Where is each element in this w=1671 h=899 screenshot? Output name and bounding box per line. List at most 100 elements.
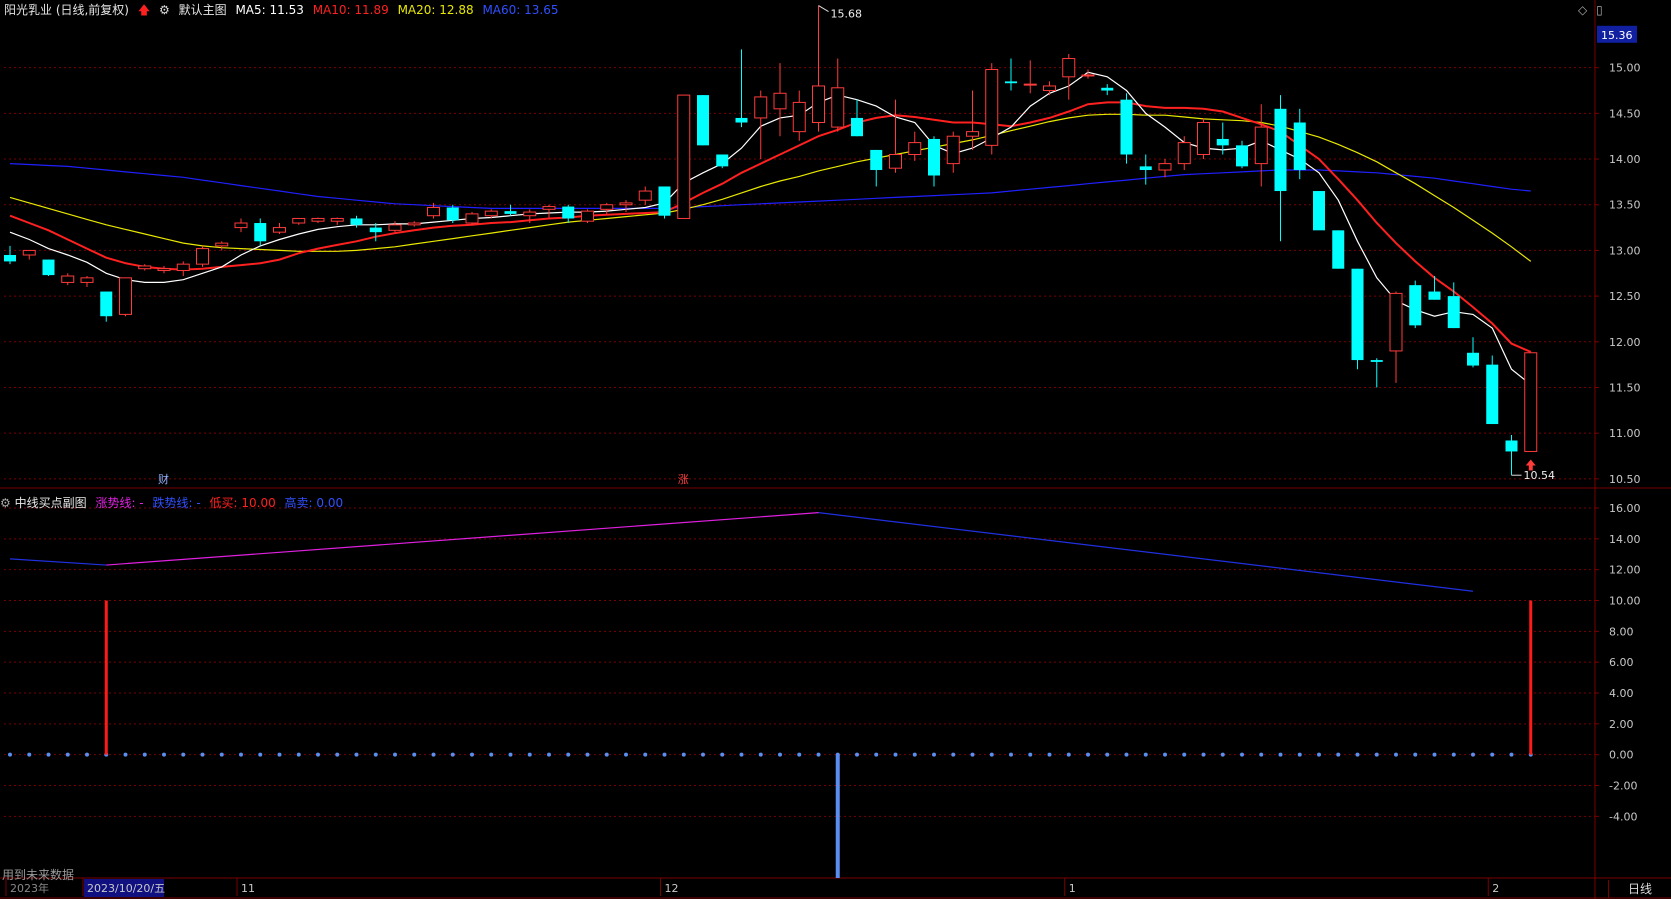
candle xyxy=(465,212,479,225)
candle xyxy=(1409,280,1422,329)
window-icon[interactable]: ▯ xyxy=(1596,3,1603,17)
candle xyxy=(292,217,306,225)
zero-dot xyxy=(1509,752,1514,757)
zero-dot xyxy=(373,752,378,757)
y-tick-label: 12.00 xyxy=(1609,336,1641,349)
candle-body xyxy=(1216,138,1229,146)
candle xyxy=(581,209,594,224)
zero-dot xyxy=(643,752,648,757)
x-tick-label: 1 xyxy=(1069,882,1076,895)
candle xyxy=(1043,81,1056,96)
zero-dot xyxy=(1278,752,1283,757)
candle xyxy=(812,5,825,132)
candle-body xyxy=(600,204,614,210)
candle-body xyxy=(330,217,344,222)
candle xyxy=(1293,108,1306,180)
chart-canvas[interactable]: 15.0014.5014.0013.5013.0012.5012.0011.50… xyxy=(0,0,1671,899)
candle-body xyxy=(754,96,768,119)
candle-body xyxy=(1120,99,1133,155)
event-marker: 涨 xyxy=(678,473,689,486)
candle-body xyxy=(792,101,806,133)
main-chart-header: 阳光乳业 (日线,前复权) 🡅 ⚙ 默认主图 MA5: 11.53 MA10: … xyxy=(4,2,563,18)
zero-dot xyxy=(1394,752,1398,757)
candle xyxy=(4,245,16,265)
candle xyxy=(330,217,344,225)
candle xyxy=(42,259,55,277)
candle xyxy=(504,204,517,216)
zero-dot xyxy=(219,752,224,757)
zero-dot xyxy=(604,752,609,757)
candle-body xyxy=(1158,163,1172,171)
candle xyxy=(1005,58,1017,91)
candle-body xyxy=(138,265,152,270)
zero-dot xyxy=(624,752,628,757)
zero-dot xyxy=(508,752,513,757)
candle-body xyxy=(1043,85,1056,92)
candle xyxy=(985,63,999,155)
candle xyxy=(908,131,922,161)
candle xyxy=(851,99,863,137)
y-tick-label: 10.50 xyxy=(1609,473,1641,486)
sub-y-tick-label: 0.00 xyxy=(1609,749,1634,762)
candle xyxy=(234,218,248,233)
candle-body xyxy=(22,249,36,256)
candle xyxy=(1062,53,1076,100)
settings-icon[interactable]: ⚙ xyxy=(159,3,170,17)
candle xyxy=(638,186,652,205)
gear-icon[interactable]: ⚙ xyxy=(0,496,11,510)
candle-body xyxy=(1081,74,1095,77)
candle xyxy=(697,95,709,146)
candle xyxy=(658,186,671,219)
candle-body xyxy=(1254,126,1268,165)
zero-dot xyxy=(470,752,474,757)
candle-body xyxy=(119,277,132,315)
zero-dot xyxy=(1240,752,1244,757)
candle-body xyxy=(1447,296,1460,329)
candle xyxy=(889,99,902,173)
zero-dot xyxy=(412,752,417,757)
zero-dot xyxy=(585,752,590,757)
candle xyxy=(61,273,75,286)
zero-dot xyxy=(816,752,821,757)
candle-body xyxy=(928,138,940,176)
candle xyxy=(1467,337,1479,368)
zero-dot xyxy=(123,752,128,757)
fall-line-label: 跌势线: - xyxy=(152,496,201,510)
candle-body xyxy=(1197,122,1210,155)
sub-y-tick-label: 12.00 xyxy=(1609,564,1641,577)
stock-name[interactable]: 阳光乳业 (日线,前复权) xyxy=(4,3,129,17)
zero-dot xyxy=(566,752,571,757)
candle xyxy=(1351,268,1364,370)
candle-body xyxy=(908,142,922,155)
zero-dot xyxy=(1105,752,1110,757)
zero-dot xyxy=(1047,752,1052,757)
ma10-label: MA10: 11.89 xyxy=(312,3,389,17)
sub-y-tick-label: -2.00 xyxy=(1609,780,1637,793)
zero-dot xyxy=(720,752,725,757)
sub-title[interactable]: 中线买点副图 xyxy=(15,496,87,510)
candle-body xyxy=(407,222,421,226)
y-tick-label: 11.00 xyxy=(1609,427,1641,440)
sub-y-tick-label: 10.00 xyxy=(1609,595,1641,608)
period-button[interactable]: 日线 xyxy=(1608,880,1671,898)
candle-body xyxy=(966,131,979,137)
template-name[interactable]: 默认主图 xyxy=(179,3,227,17)
candle-body xyxy=(1409,285,1422,326)
x-tick-label: 12 xyxy=(665,882,679,895)
zero-dot xyxy=(1163,752,1167,757)
candle-body xyxy=(581,210,594,222)
zero-dot xyxy=(758,752,763,757)
zero-dot xyxy=(335,752,340,757)
zero-dot xyxy=(527,752,532,757)
zero-dot xyxy=(393,752,397,757)
diamond-icon[interactable]: ◇ xyxy=(1578,3,1587,17)
zero-dot xyxy=(296,752,301,757)
candle xyxy=(542,204,556,219)
candle xyxy=(446,204,459,224)
candle-body xyxy=(1428,291,1441,300)
sub-y-tick-label: 6.00 xyxy=(1609,656,1634,669)
candle xyxy=(600,202,614,214)
zero-dot xyxy=(1086,752,1090,757)
future-data-note: 用到未来数据 xyxy=(2,868,75,882)
zero-dot xyxy=(1297,752,1302,757)
